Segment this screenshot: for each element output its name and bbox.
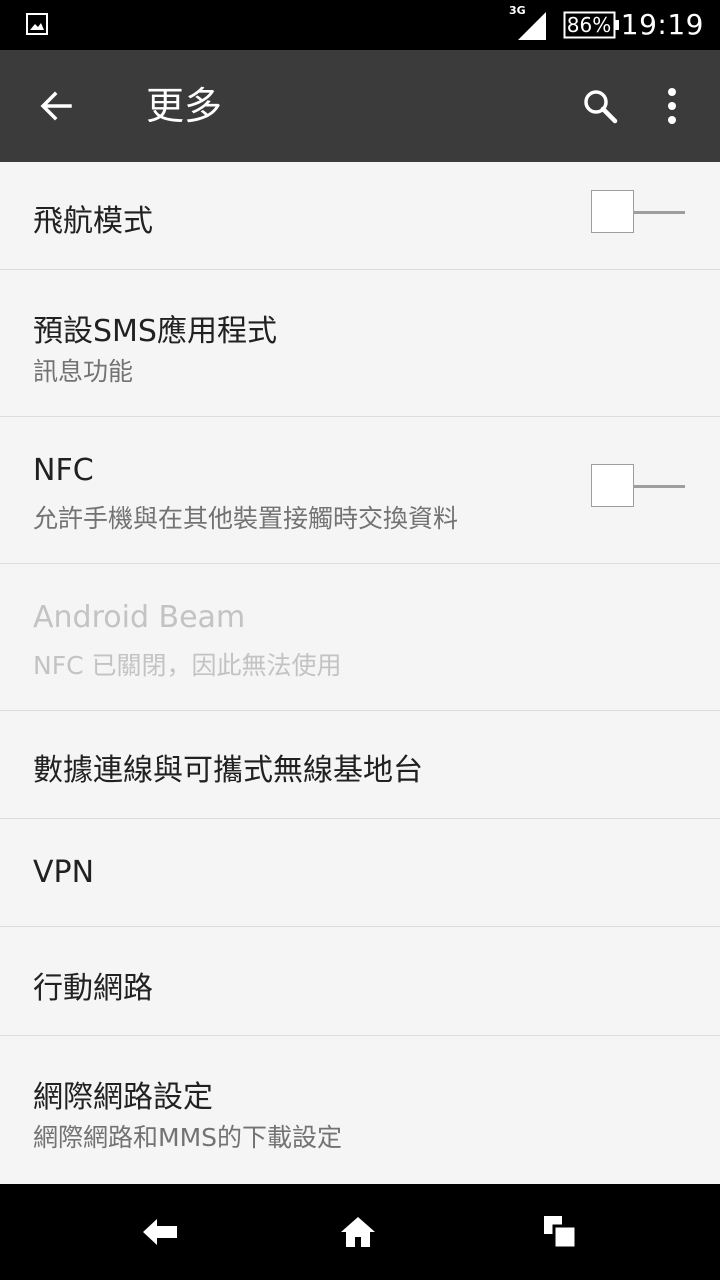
setting-nfc[interactable]: NFC 允許手機與在其他裝置接觸時交換資料 — [0, 417, 720, 564]
setting-label: Android Beam — [33, 600, 246, 635]
status-bar: 3G 86% 19:19 — [0, 0, 720, 50]
toggle-track — [631, 485, 685, 488]
recents-icon — [544, 1216, 578, 1250]
setting-label: 數據連線與可攜式無線基地台 — [33, 753, 423, 788]
setting-summary: NFC 已關閉，因此無法使用 — [33, 651, 342, 680]
setting-vpn[interactable]: VPN — [0, 819, 720, 927]
setting-tethering[interactable]: 數據連線與可攜式無線基地台 — [0, 711, 720, 819]
nfc-toggle[interactable] — [591, 464, 687, 508]
navigation-bar — [0, 1184, 720, 1280]
toggle-track — [631, 211, 685, 214]
nav-home-button[interactable] — [318, 1198, 398, 1266]
clock: 19:19 — [620, 8, 704, 41]
setting-internet-settings[interactable]: 網際網路設定 網際網路和MMS的下載設定 — [0, 1036, 720, 1184]
battery-icon: 86% — [563, 11, 619, 39]
setting-mobile-network[interactable]: 行動網路 — [0, 927, 720, 1036]
overflow-menu-button[interactable] — [648, 74, 696, 138]
page-title: 更多 — [146, 84, 223, 128]
app-bar: 更多 — [0, 50, 720, 162]
setting-summary: 網際網路和MMS的下載設定 — [33, 1123, 343, 1152]
setting-airplane-mode[interactable]: 飛航模式 — [0, 162, 720, 270]
setting-label: 行動網路 — [33, 971, 153, 1006]
gallery-icon — [26, 13, 48, 35]
airplane-mode-toggle[interactable] — [591, 190, 687, 234]
setting-summary: 訊息功能 — [33, 357, 134, 386]
toggle-thumb — [591, 464, 634, 507]
setting-summary: 允許手機與在其他裝置接觸時交換資料 — [33, 504, 459, 533]
nav-back-button[interactable] — [120, 1198, 200, 1266]
home-icon — [341, 1217, 375, 1247]
nav-recents-button[interactable] — [520, 1198, 600, 1266]
setting-label: 飛航模式 — [33, 204, 153, 239]
back-arrow-icon — [40, 91, 72, 121]
setting-default-sms[interactable]: 預設SMS應用程式 訊息功能 — [0, 270, 720, 417]
battery-percent: 86% — [566, 13, 612, 37]
setting-android-beam: Android Beam NFC 已關閉，因此無法使用 — [0, 564, 720, 711]
search-icon — [584, 90, 618, 124]
signal-icon — [518, 12, 546, 40]
setting-label: NFC — [33, 453, 94, 488]
settings-list: 飛航模式 預設SMS應用程式 訊息功能 NFC 允許手機與在其他裝置接觸時交換資… — [0, 162, 720, 1184]
search-button[interactable] — [568, 74, 632, 138]
setting-label: 預設SMS應用程式 — [33, 314, 277, 349]
back-button[interactable] — [24, 74, 88, 138]
setting-label: VPN — [33, 855, 95, 890]
toggle-thumb — [591, 190, 634, 233]
setting-label: 網際網路設定 — [33, 1080, 213, 1115]
back-icon — [143, 1219, 177, 1245]
overflow-menu-icon — [668, 88, 676, 124]
